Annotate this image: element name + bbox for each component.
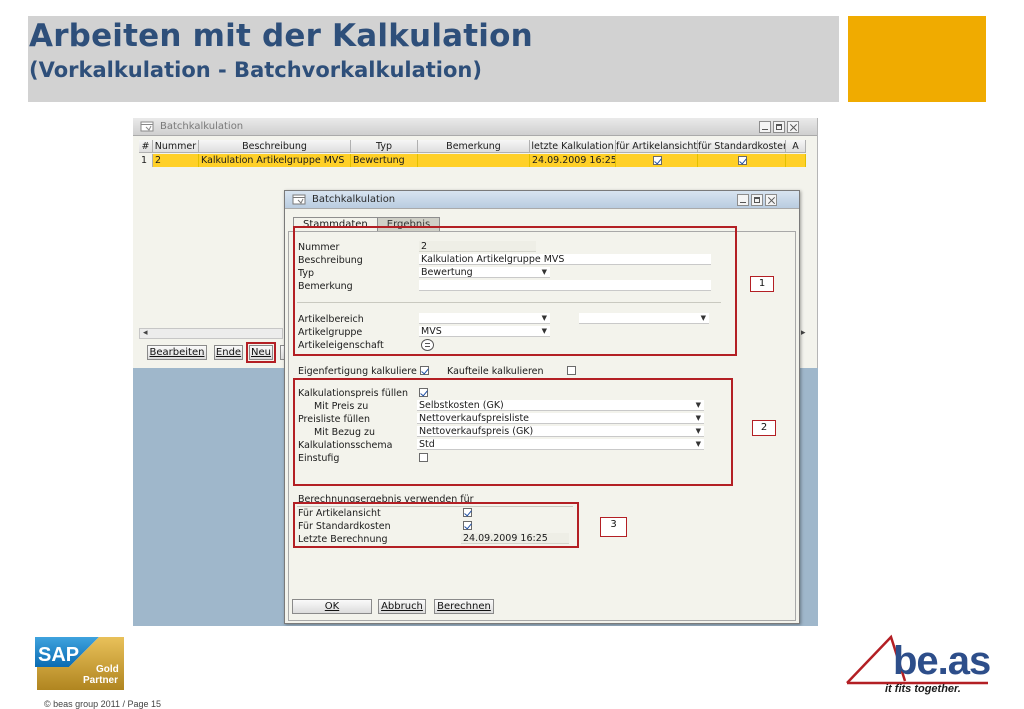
col-header-beschreibung[interactable]: Beschreibung <box>199 140 351 153</box>
cell-letzte-kalkulation[interactable]: 24.09.2009 16:25 <box>530 154 616 167</box>
cell-a[interactable] <box>786 154 806 167</box>
highlight-frame-2 <box>293 378 733 486</box>
kaufteile-checkbox[interactable] <box>567 366 576 375</box>
tab-body: Nummer 2 Beschreibung Kalkulation Artike… <box>288 226 796 621</box>
checkbox-artikelansicht[interactable] <box>653 156 662 165</box>
slide-title: Arbeiten mit der Kalkulation <box>29 18 533 54</box>
front-window-titlebar[interactable]: Batchkalkulation <box>285 191 799 209</box>
cell-nummer[interactable]: 2 <box>153 154 199 167</box>
berechnen-button[interactable]: Berechnen <box>434 599 494 614</box>
minimize-icon[interactable] <box>759 121 771 133</box>
front-window: Batchkalkulation Stammdaten Ergebnis Num… <box>284 190 800 624</box>
maximize-icon[interactable] <box>751 194 763 206</box>
cell-beschreibung[interactable]: Kalkulation Artikelgruppe MVS <box>199 154 351 167</box>
front-window-title: Batchkalkulation <box>312 194 396 205</box>
sap-gold-text: Gold <box>96 664 119 675</box>
close-icon[interactable] <box>787 121 799 133</box>
abbruch-button[interactable]: Abbruch <box>378 599 426 614</box>
eigenfertigung-label: Eigenfertigung kalkuliere <box>298 366 417 377</box>
maximize-icon[interactable] <box>773 121 785 133</box>
sap-partner-text: Partner <box>83 675 118 686</box>
row-index: 1 <box>139 154 153 167</box>
close-icon[interactable] <box>765 194 777 206</box>
minimize-icon[interactable] <box>737 194 749 206</box>
scroll-right-icon[interactable]: ▸ <box>801 328 806 338</box>
ende-button[interactable]: Ende <box>214 345 243 360</box>
grid-header: # Nummer Beschreibung Typ Bemerkung letz… <box>139 140 806 153</box>
checkbox-standardkosten[interactable] <box>738 156 747 165</box>
cell-standardkosten[interactable] <box>698 154 786 167</box>
callout-1: 1 <box>750 276 774 292</box>
window-icon <box>140 121 154 132</box>
back-window-title: Batchkalkulation <box>160 121 244 132</box>
beas-slogan: it fits together. <box>885 683 961 695</box>
beas-logo-text: be.as <box>893 639 991 683</box>
col-header-nummer[interactable]: Nummer <box>153 140 199 153</box>
col-header-letzte-kalkulation[interactable]: letzte Kalkulation <box>530 140 616 153</box>
col-header-index[interactable]: # <box>139 140 153 153</box>
horizontal-scrollbar[interactable]: ◂ <box>139 328 283 339</box>
highlight-frame-1 <box>293 226 737 356</box>
window-icon <box>292 194 306 205</box>
col-header-typ[interactable]: Typ <box>351 140 418 153</box>
callout-3: 3 <box>600 517 627 537</box>
eigenfertigung-checkbox[interactable] <box>420 366 429 375</box>
cell-typ[interactable]: Bewertung <box>351 154 418 167</box>
back-window-titlebar[interactable]: Batchkalkulation <box>133 118 817 136</box>
screenshot-area: Batchkalkulation # Nummer Beschreibung T… <box>133 118 818 626</box>
accent-block <box>848 16 986 102</box>
bearbeiten-button[interactable]: Bearbeiten <box>147 345 207 360</box>
sap-logo-text: SAP <box>38 644 79 666</box>
table-row[interactable]: 1 2 Kalkulation Artikelgruppe MVS Bewert… <box>139 154 806 167</box>
cell-artikelansicht[interactable] <box>616 154 698 167</box>
kaufteile-label: Kaufteile kalkulieren <box>447 366 544 377</box>
footer-text: © beas group 2011 / Page 15 <box>44 699 162 709</box>
col-header-bemerkung[interactable]: Bemerkung <box>418 140 530 153</box>
col-header-standardkosten[interactable]: für Standardkosten <box>698 140 786 153</box>
ok-button[interactable]: OK <box>292 599 372 614</box>
scroll-left-icon[interactable]: ◂ <box>143 328 148 338</box>
callout-2: 2 <box>752 420 776 436</box>
col-header-artikelansicht[interactable]: für Artikelansicht <box>616 140 698 153</box>
neu-highlight-frame <box>246 342 276 363</box>
cell-bemerkung[interactable] <box>418 154 530 167</box>
slide-subtitle: (Vorkalkulation - Batchvorkalkulation) <box>29 58 482 82</box>
sap-gold-partner-logo: SAP Gold Partner <box>35 637 124 690</box>
highlight-frame-3 <box>293 502 579 548</box>
col-header-a[interactable]: A <box>786 140 806 153</box>
